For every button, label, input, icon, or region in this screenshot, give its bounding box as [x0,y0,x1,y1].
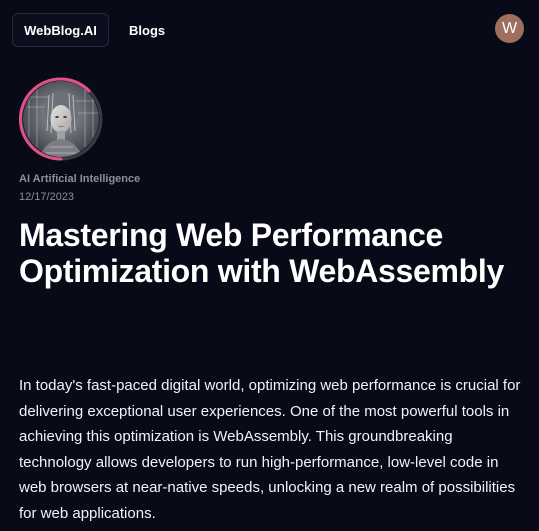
top-navigation-bar: WebBlog.AI Blogs W [12,13,527,49]
author-avatar [19,77,103,161]
blog-post-page: WebBlog.AI Blogs W AI Artificial Intelli… [0,0,539,531]
author-avatar-image [19,77,103,161]
nav-blogs-link[interactable]: Blogs [129,13,165,47]
user-avatar-button[interactable]: W [495,14,524,43]
post-category: AI Artificial Intelligence [19,173,141,185]
post-intro-paragraph: In today's fast-paced digital world, opt… [19,377,521,522]
brand-home-button[interactable]: WebBlog.AI [12,13,109,47]
post-title: Mastering Web Performance Optimization w… [19,217,504,289]
post-date: 12/17/2023 [19,191,75,203]
